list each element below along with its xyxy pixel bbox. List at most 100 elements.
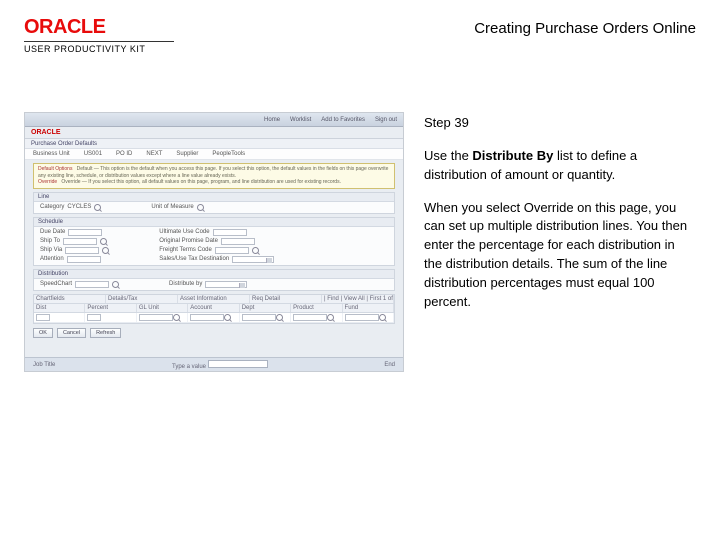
fld-duedate[interactable] bbox=[68, 229, 102, 236]
txt-default: Default — This option is the default whe… bbox=[38, 166, 388, 179]
tab-asset[interactable]: Asset Information bbox=[178, 295, 250, 303]
lookup-icon[interactable] bbox=[276, 314, 283, 321]
tab-detailstax[interactable]: Details/Tax bbox=[106, 295, 178, 303]
lbl-taxdest: Sales/Use Tax Destination bbox=[159, 256, 229, 262]
lookup-icon[interactable] bbox=[252, 247, 259, 254]
fld-shipto[interactable] bbox=[63, 238, 97, 245]
val-poid: NEXT bbox=[146, 151, 162, 157]
tab-chartfields[interactable]: Chartfields bbox=[34, 295, 106, 303]
logo-divider bbox=[24, 41, 174, 42]
dd-distribute-by[interactable] bbox=[205, 281, 247, 288]
lbl-speedchart: SpeedChart bbox=[40, 281, 72, 287]
ss-breadcrumb: Purchase Order Defaults bbox=[25, 139, 403, 149]
cell-product[interactable] bbox=[293, 314, 327, 321]
table-row[interactable] bbox=[34, 313, 394, 323]
default-options-box: Default Options Default — This option is… bbox=[33, 163, 395, 189]
lbl-bu: Business Unit bbox=[33, 151, 70, 157]
instruction-panel: Step 39 Use the Distribute By list to de… bbox=[424, 112, 696, 520]
cell-fund[interactable] bbox=[345, 314, 379, 321]
lbl-poid: PO ID bbox=[116, 151, 132, 157]
val-category: CYCLES bbox=[67, 204, 91, 210]
footer-left: Job Title bbox=[33, 362, 55, 368]
col-percent: Percent bbox=[85, 304, 136, 312]
cell-account[interactable] bbox=[190, 314, 224, 321]
ss-topnav: Home Worklist Add to Favorites Sign out bbox=[25, 113, 403, 127]
nav-fav[interactable]: Add to Favorites bbox=[321, 117, 365, 123]
fld-origprom[interactable] bbox=[221, 238, 255, 245]
section-distribution: Distribution SpeedChart Distribute by bbox=[33, 269, 395, 291]
col-dept: Dept bbox=[240, 304, 291, 312]
footer-input[interactable] bbox=[208, 360, 268, 368]
refresh-button[interactable]: Refresh bbox=[90, 328, 121, 338]
cell-dept[interactable] bbox=[242, 314, 276, 321]
cell-percent[interactable] bbox=[87, 314, 101, 321]
lbl-shipto: Ship To bbox=[40, 238, 60, 244]
lbl-category: Category bbox=[40, 204, 64, 210]
distribution-grid: Chartfields Details/Tax Asset Informatio… bbox=[33, 294, 395, 324]
lbl-sup: Supplier bbox=[176, 151, 198, 157]
lbl-uom: Unit of Measure bbox=[151, 204, 193, 210]
embedded-screenshot: Home Worklist Add to Favorites Sign out … bbox=[24, 112, 404, 372]
lookup-icon[interactable] bbox=[100, 238, 107, 245]
section-distribution-head: Distribution bbox=[34, 270, 394, 279]
col-fund: Fund bbox=[343, 304, 394, 312]
cell-dist[interactable] bbox=[36, 314, 50, 321]
section-schedule: Schedule Due Date Ship To Ship Via Atten… bbox=[33, 217, 395, 266]
fld-speedchart[interactable] bbox=[75, 281, 109, 288]
ok-button[interactable]: OK bbox=[33, 328, 53, 338]
lbl-freight: Freight Terms Code bbox=[159, 247, 212, 253]
col-account: Account bbox=[188, 304, 239, 312]
instruction-para-1: Use the Distribute By list to define a d… bbox=[424, 147, 696, 185]
section-schedule-head: Schedule bbox=[34, 218, 394, 227]
ss-footer: Job Title Type a value End bbox=[25, 357, 403, 371]
step-label: Step 39 bbox=[424, 114, 696, 133]
fld-attention[interactable] bbox=[67, 256, 101, 263]
grid-header: Dist Percent GL Unit Account Dept Produc… bbox=[34, 304, 394, 313]
val-sup: PeopleTools bbox=[212, 151, 245, 157]
fld-ultuse[interactable] bbox=[213, 229, 247, 236]
tab-reqdetail[interactable]: Req Detail bbox=[250, 295, 322, 303]
lbl-override: Override bbox=[38, 179, 57, 185]
lookup-icon[interactable] bbox=[327, 314, 334, 321]
lbl-origprom: Original Promise Date bbox=[159, 238, 218, 244]
fld-shipvia[interactable] bbox=[65, 247, 99, 254]
nav-signout[interactable]: Sign out bbox=[375, 117, 397, 123]
txt-override: Override — If you select this option, al… bbox=[61, 179, 341, 185]
cancel-button[interactable]: Cancel bbox=[57, 328, 86, 338]
lookup-icon[interactable] bbox=[112, 281, 119, 288]
ss-info-row: Business Unit US001 PO ID NEXT Supplier … bbox=[25, 149, 403, 160]
val-bu: US001 bbox=[84, 151, 102, 157]
footer-mid-label: Type a value bbox=[172, 364, 206, 370]
instruction-para-2: When you select Override on this page, y… bbox=[424, 199, 696, 312]
ss-brandrow: ORACLE bbox=[25, 127, 403, 139]
lookup-icon[interactable] bbox=[224, 314, 231, 321]
dd-taxdest[interactable] bbox=[232, 256, 274, 263]
lookup-icon[interactable] bbox=[173, 314, 180, 321]
lbl-shipvia: Ship Via bbox=[40, 247, 62, 253]
section-line-head: Line bbox=[34, 193, 394, 202]
doc-title: Creating Purchase Orders Online bbox=[474, 16, 696, 37]
lookup-icon[interactable] bbox=[197, 204, 204, 211]
col-glunit: GL Unit bbox=[137, 304, 188, 312]
lookup-icon[interactable] bbox=[102, 247, 109, 254]
lbl-ultuse: Ultimate Use Code bbox=[159, 229, 209, 235]
p1-pre: Use the bbox=[424, 148, 472, 163]
nav-worklist[interactable]: Worklist bbox=[290, 117, 311, 123]
lookup-icon[interactable] bbox=[94, 204, 101, 211]
lbl-attention: Attention bbox=[40, 256, 64, 262]
lbl-duedate: Due Date bbox=[40, 229, 65, 235]
fld-freight[interactable] bbox=[215, 247, 249, 254]
footer-end: End bbox=[384, 362, 395, 368]
brand-block: ORACLE USER PRODUCTIVITY KIT bbox=[24, 16, 174, 54]
product-line: USER PRODUCTIVITY KIT bbox=[24, 44, 174, 54]
lookup-icon[interactable] bbox=[379, 314, 386, 321]
p1-bold: Distribute By bbox=[472, 148, 553, 163]
col-dist: Dist bbox=[34, 304, 85, 312]
nav-home[interactable]: Home bbox=[264, 117, 280, 123]
col-product: Product bbox=[291, 304, 342, 312]
oracle-logo: ORACLE bbox=[24, 16, 174, 39]
lbl-default-options: Default Options bbox=[38, 166, 72, 172]
cell-glunit[interactable] bbox=[139, 314, 173, 321]
ss-button-row: OK Cancel Refresh bbox=[25, 324, 403, 342]
grid-tabs: Chartfields Details/Tax Asset Informatio… bbox=[34, 295, 394, 304]
